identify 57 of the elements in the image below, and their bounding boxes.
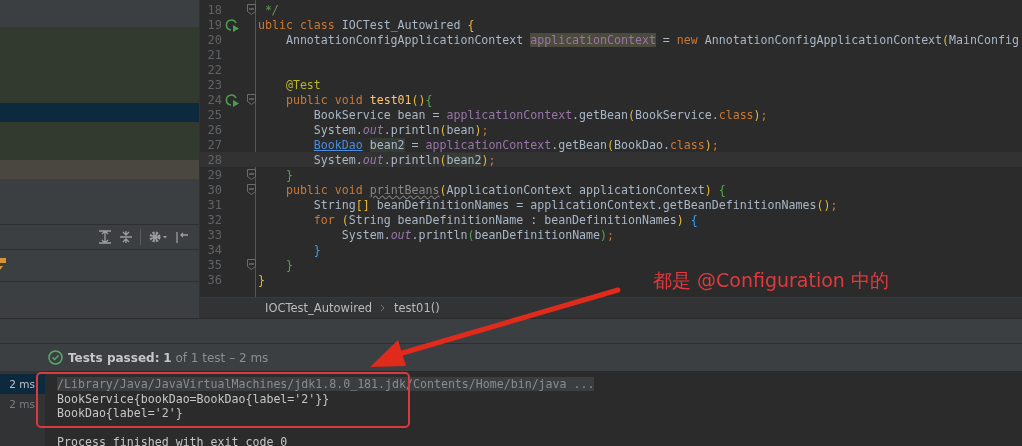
code-line: BookDao bean2 = applicationContext.getBean(BookDao.class); xyxy=(312,137,719,152)
code-line: public void printBeans(ApplicationContext applicationContext) { xyxy=(284,182,726,197)
expand-all-icon[interactable] xyxy=(98,230,112,244)
collapse-all-icon[interactable] xyxy=(119,230,133,244)
breadcrumb[interactable]: test01() xyxy=(394,301,440,316)
fold-icon[interactable] xyxy=(247,184,256,195)
check-icon xyxy=(48,350,63,365)
fold-icon[interactable] xyxy=(247,4,256,15)
code-line: AnnotationConfigApplicationContext applicationContext = new AnnotationConfigApplicationContext(MainConfig xyxy=(284,32,1019,47)
line-number: 25 xyxy=(206,107,222,122)
breadcrumb[interactable]: IOCTest_Autowired xyxy=(265,301,373,316)
fold-icon[interactable] xyxy=(247,169,256,180)
code-line: String[] beanDefinitionNames = applicationContext.getBeanDefinitionNames(); xyxy=(312,197,838,212)
code-line: } xyxy=(284,167,293,182)
config-icon[interactable] xyxy=(0,258,6,270)
line-number: 21 xyxy=(206,47,222,62)
settings-icon[interactable] xyxy=(148,230,168,244)
code-line: System.out.println(bean); xyxy=(312,122,489,137)
line-number: 32 xyxy=(206,212,222,227)
code-line: public void test01(){ xyxy=(284,92,433,107)
code-line: } xyxy=(257,272,265,287)
line-number: 18 xyxy=(206,2,222,17)
code-line: for (String beanDefinitionName : beanDefinitionNames) { xyxy=(312,212,698,227)
console-line: BookService{bookDao=BookDao{label='2'}} xyxy=(57,391,330,406)
run-icon[interactable] xyxy=(225,17,239,32)
test-status: Tests passed: 1 of 1 test – 2 ms xyxy=(68,350,269,365)
line-number: 22 xyxy=(206,62,222,77)
line-number: 24 xyxy=(206,92,222,107)
line-number: 31 xyxy=(206,197,222,212)
pin-left-icon[interactable] xyxy=(175,230,189,244)
line-number: 26 xyxy=(206,122,222,137)
code-line: BookService bean = applicationContext.getBean(BookService.class); xyxy=(312,107,768,122)
run-icon[interactable] xyxy=(225,92,239,107)
test-duration[interactable]: 2 ms xyxy=(0,374,45,394)
code-line: ublic class IOCTest_Autowired { xyxy=(257,17,475,32)
console-line: BookDao{label='2'} xyxy=(57,406,183,420)
line-number: 23 xyxy=(206,77,222,92)
code-line: System.out.println(bean2); xyxy=(312,152,496,167)
chevron-icon xyxy=(380,304,387,313)
line-number: 34 xyxy=(206,242,222,257)
line-number: 19 xyxy=(206,17,222,32)
line-number: 27 xyxy=(206,137,222,152)
console-line: Process finished with exit code 0 xyxy=(57,435,288,446)
line-number: 20 xyxy=(206,32,222,47)
line-number: 29 xyxy=(206,167,222,182)
code-line: System.out.println(beanDefinitionName); xyxy=(340,227,615,242)
code-line: @Test xyxy=(284,77,321,92)
annotation-text: 都是 @Configuration 中的 xyxy=(653,268,889,293)
code-line: } xyxy=(312,242,321,257)
code-line: */ xyxy=(264,2,279,17)
line-number: 33 xyxy=(206,227,222,242)
code-line: } xyxy=(284,257,293,272)
line-number: 35 xyxy=(206,257,222,272)
fold-icon[interactable] xyxy=(247,259,256,270)
line-number: 36 xyxy=(206,272,222,287)
fold-icon[interactable] xyxy=(247,94,256,105)
line-number: 30 xyxy=(206,182,222,197)
